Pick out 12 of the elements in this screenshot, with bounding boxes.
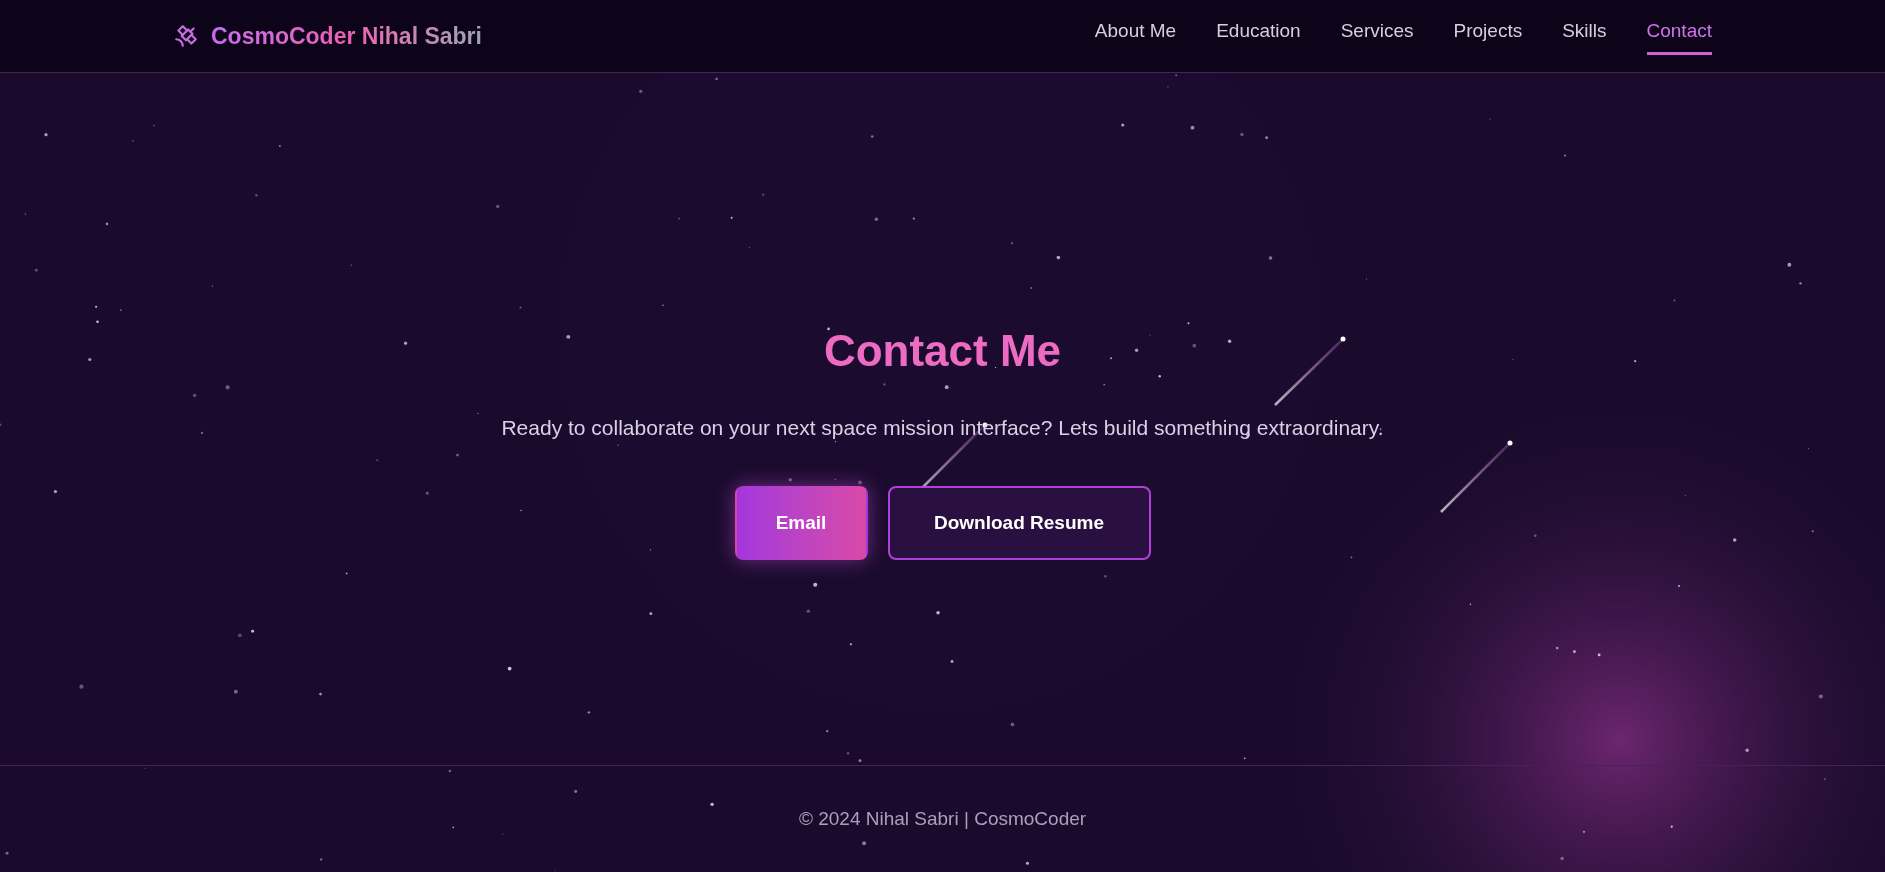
- email-button[interactable]: Email: [734, 485, 868, 560]
- copyright-text: © 2024 Nihal Sabri | CosmoCoder: [798, 806, 1087, 831]
- nav-link[interactable]: Contact: [1646, 17, 1712, 55]
- satellite-icon: [173, 23, 199, 49]
- nav-link[interactable]: Services: [1340, 17, 1414, 55]
- section-title: Contact Me: [823, 325, 1062, 378]
- section-description: Ready to collaborate on your next space mission interface? Lets build something extraordinary.: [501, 415, 1384, 442]
- nav-link[interactable]: Skills: [1562, 17, 1607, 55]
- nav-link[interactable]: About Me: [1094, 17, 1177, 55]
- download-resume-button[interactable]: Download Resume: [887, 485, 1151, 560]
- nav-link[interactable]: Education: [1216, 17, 1301, 55]
- nav-link[interactable]: Projects: [1453, 17, 1523, 55]
